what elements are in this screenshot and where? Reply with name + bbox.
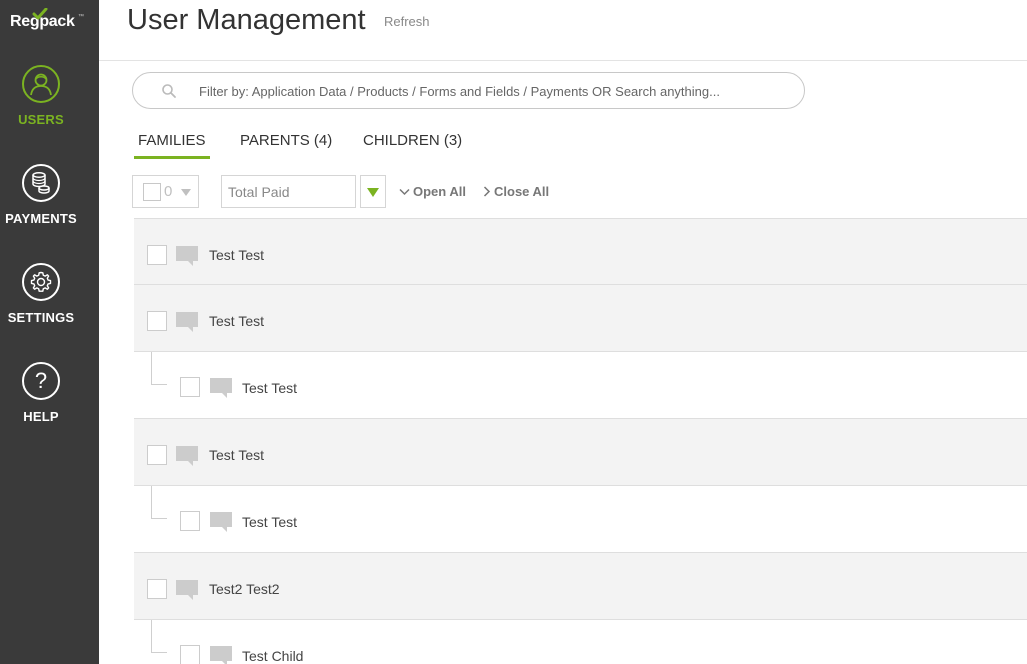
page-title: User Management: [127, 4, 366, 36]
user-icon: [22, 65, 60, 103]
message-icon[interactable]: [209, 377, 233, 399]
header-divider: [99, 60, 1027, 61]
close-all-button[interactable]: Close All: [483, 184, 549, 199]
member-name[interactable]: Test Test: [242, 514, 297, 530]
message-icon[interactable]: [175, 311, 199, 333]
family-name[interactable]: Test Test: [209, 313, 264, 329]
sidebar-item-settings[interactable]: SETTINGS: [0, 263, 99, 343]
refresh-link[interactable]: Refresh: [384, 14, 430, 29]
sort-field-value: Total Paid: [228, 184, 290, 200]
row-checkbox[interactable]: [147, 445, 167, 465]
gear-icon: [22, 263, 60, 301]
sidebar-item-users[interactable]: USERS: [0, 65, 99, 145]
message-icon[interactable]: [209, 645, 233, 664]
open-all-button[interactable]: Open All: [399, 184, 466, 199]
family-row[interactable]: Test Test: [134, 285, 1027, 352]
sidebar-label-settings: SETTINGS: [7, 310, 75, 325]
row-checkbox[interactable]: [180, 645, 200, 664]
message-icon[interactable]: [175, 579, 199, 601]
row-checkbox[interactable]: [180, 511, 200, 531]
coins-icon: [22, 164, 60, 202]
tree-connector: [151, 620, 167, 653]
sort-down-icon: [367, 188, 379, 197]
families-list: Test Test Test Test Test Test Test Test …: [134, 218, 1027, 664]
open-all-label: Open All: [413, 184, 466, 199]
chevron-down-icon: [181, 189, 191, 196]
tab-families[interactable]: FAMILIES: [134, 132, 210, 159]
logo[interactable]: Regpack ™: [10, 8, 90, 34]
question-icon: ?: [22, 362, 60, 400]
search-bar[interactable]: [132, 72, 805, 109]
sidebar-label-payments: PAYMENTS: [5, 211, 77, 226]
family-name[interactable]: Test Test: [209, 447, 264, 463]
row-checkbox[interactable]: [147, 311, 167, 331]
sort-direction-button[interactable]: [360, 175, 386, 208]
tab-children[interactable]: CHILDREN (3): [359, 132, 466, 159]
tab-parents[interactable]: PARENTS (4): [236, 132, 336, 159]
sidebar-label-help: HELP: [23, 409, 59, 424]
message-icon[interactable]: [175, 445, 199, 467]
logo-check-icon: [32, 8, 48, 20]
member-name[interactable]: Test Test: [242, 380, 297, 396]
select-all-checkbox[interactable]: [143, 183, 161, 201]
family-row[interactable]: Test Test: [134, 218, 1027, 285]
sidebar-label-users: USERS: [18, 112, 64, 127]
selected-count: 0: [164, 183, 173, 200]
message-icon[interactable]: [175, 245, 199, 267]
child-row[interactable]: Test Test: [134, 486, 1027, 553]
tree-connector: [151, 352, 167, 385]
logo-trademark: ™: [78, 14, 84, 20]
sidebar: Regpack ™ USERS PAYMENTS SETTINGS ? HELP: [0, 0, 99, 664]
family-row[interactable]: Test2 Test2: [134, 553, 1027, 620]
sidebar-item-payments[interactable]: PAYMENTS: [0, 164, 99, 244]
message-icon[interactable]: [209, 511, 233, 533]
row-checkbox[interactable]: [147, 579, 167, 599]
sidebar-item-help[interactable]: ? HELP: [0, 362, 99, 442]
row-checkbox[interactable]: [147, 245, 167, 265]
family-row[interactable]: Test Test: [134, 419, 1027, 486]
search-icon: [162, 84, 176, 98]
chevron-down-icon: [399, 188, 410, 195]
tree-connector: [151, 486, 167, 519]
member-name[interactable]: Test Child: [242, 648, 303, 664]
app-root: Regpack ™ USERS PAYMENTS SETTINGS ? HELP…: [0, 0, 1027, 664]
child-row[interactable]: Test Test: [134, 352, 1027, 419]
sort-field-select[interactable]: Total Paid: [221, 175, 356, 208]
search-input[interactable]: [199, 81, 789, 101]
row-checkbox[interactable]: [180, 377, 200, 397]
family-name[interactable]: Test2 Test2: [209, 581, 280, 597]
child-row[interactable]: Test Child: [134, 620, 1027, 664]
chevron-right-icon: [483, 186, 491, 197]
family-name[interactable]: Test Test: [209, 247, 264, 263]
bulk-select-dropdown[interactable]: 0: [132, 175, 199, 208]
close-all-label: Close All: [494, 184, 550, 199]
